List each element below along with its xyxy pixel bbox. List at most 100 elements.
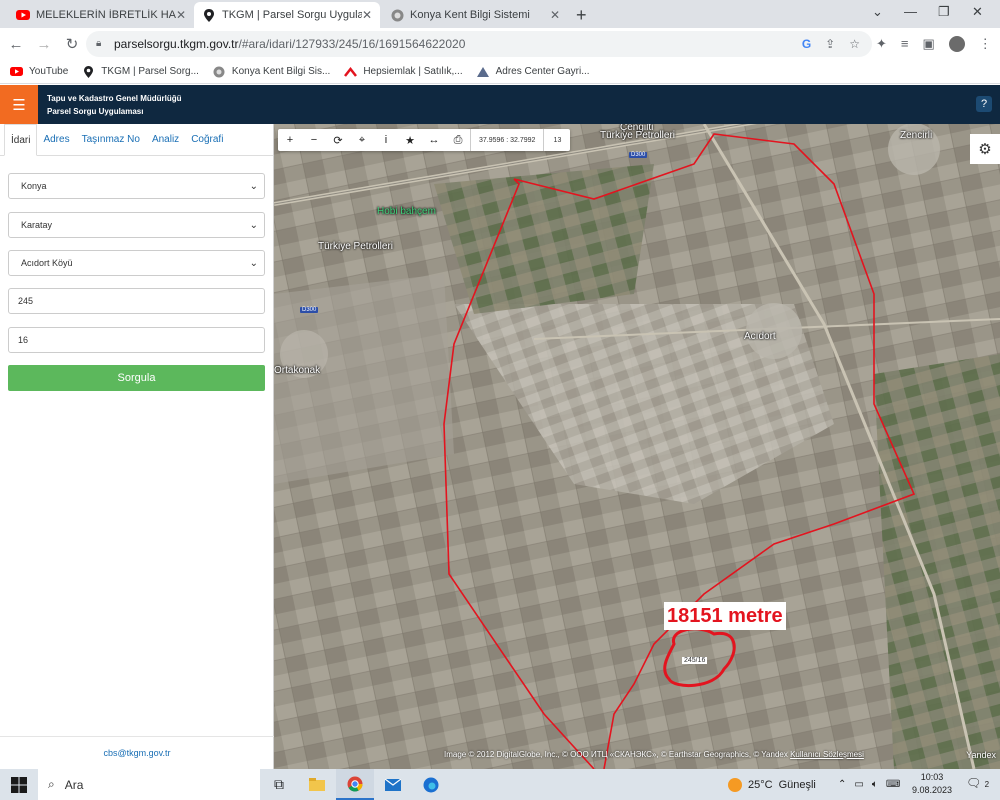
place-label: Türkiye Petrolleri <box>600 130 676 141</box>
tab-analiz[interactable]: Analiz <box>146 124 185 156</box>
more-menu-icon[interactable]: ⋮ <box>979 36 992 52</box>
bookmark-tkgm[interactable]: TKGM | Parsel Sorg... <box>82 65 199 78</box>
tab-idari[interactable]: İdari <box>4 124 38 156</box>
search-placeholder: Ara <box>64 777 84 792</box>
close-icon[interactable]: ✕ <box>176 8 186 22</box>
bookmark-konya[interactable]: Konya Kent Bilgi Sis... <box>213 65 330 78</box>
bookmark-label: Hepsiemlak | Satılık,... <box>363 66 463 77</box>
tab-cografi[interactable]: Coğrafi <box>185 124 229 156</box>
bookmark-youtube[interactable]: YouTube <box>10 65 68 78</box>
lock-icon[interactable]: 🔒︎ <box>96 38 106 50</box>
browser-tab-youtube[interactable]: MELEKLERİN İBRETLİK HALLERİ - ✕ <box>8 2 194 28</box>
bookmark-star-icon[interactable]: ☆ <box>849 37 860 51</box>
bookmark-hepsiemlak[interactable]: Hepsiemlak | Satılık,... <box>344 65 463 78</box>
notification-center-button[interactable]: 🗨︎ 2 <box>966 776 989 790</box>
terms-link[interactable]: Kullanıcı Sözleşmesi <box>790 750 864 759</box>
avatar[interactable] <box>948 36 965 52</box>
volume-icon[interactable]: 🔈︎ <box>872 779 878 790</box>
chevron-down-icon: ⌄ <box>249 257 258 269</box>
notification-count: 2 <box>984 780 990 789</box>
place-label: Türkiye Petrolleri <box>318 241 394 252</box>
chevron-down-icon[interactable]: ⌄ <box>872 4 883 20</box>
help-button[interactable]: ? <box>976 96 992 112</box>
select-value: Konya <box>21 181 47 191</box>
bookmark-adres-center[interactable]: Adres Center Gayri... <box>477 65 590 78</box>
bookmark-label: Konya Kent Bilgi Sis... <box>231 66 331 77</box>
window-close-button[interactable]: ✕ <box>972 4 983 20</box>
minimize-button[interactable]: — <box>904 4 917 19</box>
file-explorer-icon[interactable] <box>298 769 336 800</box>
task-view-icon[interactable]: ⧉ <box>260 769 298 800</box>
back-button[interactable]: ← <box>4 36 28 53</box>
windows-start-button[interactable] <box>0 769 38 800</box>
tab-tasinmaz-no[interactable]: Taşınmaz No <box>76 124 146 156</box>
bookmark-label: TKGM | Parsel Sorg... <box>101 66 199 77</box>
map-provider-logo: Yandex <box>966 750 996 760</box>
reload-button[interactable]: ↻ <box>60 35 84 53</box>
input-value: 16 <box>18 335 29 345</box>
parsel-input[interactable]: 16 <box>8 327 265 353</box>
media-icon[interactable]: ≡ <box>901 36 909 52</box>
gear-icon[interactable]: ⚙ <box>970 134 1000 164</box>
locate-icon[interactable]: ⌖ <box>350 134 374 147</box>
mail-icon[interactable] <box>374 769 412 800</box>
new-tab-button[interactable]: + <box>576 5 587 26</box>
keyboard-icon[interactable]: ⌨ <box>886 779 900 790</box>
map-attribution: Image © 2012 DigitalGlobe, Inc., © ООО И… <box>444 750 864 759</box>
zoom-out-button[interactable]: − <box>302 134 326 146</box>
road-label: D300 <box>629 152 648 158</box>
zoom-in-button[interactable]: + <box>278 134 302 146</box>
app-title-line1: Tapu ve Kadastro Genel Müdürlüğü <box>47 94 182 103</box>
address-bar[interactable]: 🔒︎ parselsorgu.tkgm.gov.tr/#ara/idari/12… <box>86 31 872 57</box>
youtube-icon <box>16 8 30 22</box>
distance-label: 18151 metre <box>664 602 786 630</box>
system-clock[interactable]: 10:03 9.08.2023 <box>910 771 954 797</box>
print-icon[interactable]: ⎙ <box>446 134 470 147</box>
coordinate-readout: 37.9596 : 32.7992 <box>470 129 545 151</box>
tab-adres[interactable]: Adres <box>37 124 75 156</box>
tab-title: MELEKLERİN İBRETLİK HALLERİ - <box>36 9 176 21</box>
google-icon[interactable]: G <box>802 37 811 51</box>
bookmark-label: YouTube <box>29 66 69 77</box>
triangle-icon <box>477 65 490 78</box>
weather-status: Güneşli <box>778 778 816 791</box>
close-icon[interactable]: ✕ <box>362 8 372 22</box>
map-toolbar: + − ⟳ ⌖ i ★ ↔ ⎙ 37.9596 : 32.7992 13 <box>278 129 571 151</box>
chevron-down-icon: ⌄ <box>249 219 258 231</box>
map-view[interactable]: + − ⟳ ⌖ i ★ ↔ ⎙ 37.9596 : 32.7992 13 ⚙ Ç… <box>274 124 1000 769</box>
measure-icon[interactable]: ↔ <box>422 134 446 146</box>
query-tabs: İdari Adres Taşınmaz No Analiz Coğrafi <box>0 124 273 156</box>
network-icon[interactable]: ▭ <box>854 779 863 790</box>
info-icon[interactable]: i <box>374 134 398 146</box>
sorgula-button[interactable]: Sorgula <box>8 365 265 391</box>
forward-button[interactable]: → <box>32 36 56 53</box>
extensions-icon[interactable]: ✦ <box>876 36 887 52</box>
temperature: 25°C <box>748 778 773 791</box>
restore-button[interactable]: ❐ <box>938 4 950 20</box>
chrome-icon[interactable] <box>336 769 374 800</box>
edge-icon[interactable] <box>412 769 450 800</box>
neighborhood-select[interactable]: Acıdort Köyü ⌄ <box>8 250 265 276</box>
province-select[interactable]: Konya ⌄ <box>8 173 265 199</box>
weather-widget[interactable]: 25°C Güneşli <box>728 769 816 800</box>
chevron-up-icon[interactable]: ⌃ <box>838 779 846 790</box>
close-icon[interactable]: ✕ <box>550 8 560 22</box>
clock-date: 9.08.2023 <box>911 785 953 795</box>
browser-tab-konya[interactable]: Konya Kent Bilgi Sistemi ✕ <box>382 2 568 28</box>
place-label: Hobi bahçem <box>377 206 436 217</box>
bookmarks-bar: YouTube TKGM | Parsel Sorg... Konya Kent… <box>0 60 1000 84</box>
star-icon[interactable]: ★ <box>398 134 422 147</box>
ada-input[interactable]: 245 <box>8 288 265 314</box>
browser-tab-tkgm[interactable]: TKGM | Parsel Sorgu Uygulaması ✕ <box>194 2 380 28</box>
tab-title: TKGM | Parsel Sorgu Uygulaması <box>222 9 362 21</box>
side-panel-icon[interactable]: ▣ <box>923 36 935 52</box>
refresh-icon[interactable]: ⟳ <box>326 134 350 147</box>
district-select[interactable]: Karatay ⌄ <box>8 212 265 238</box>
taskbar-search-box[interactable]: ⌕ Ara <box>38 769 260 800</box>
contact-email-link[interactable]: cbs@tkgm.gov.tr <box>0 736 274 769</box>
tab-title: Konya Kent Bilgi Sistemi <box>410 9 530 21</box>
hamburger-menu-button[interactable]: ☰ <box>0 85 38 124</box>
browser-toolbar: ← → ↻ 🔒︎ parselsorgu.tkgm.gov.tr/#ara/id… <box>0 28 1000 60</box>
share-icon[interactable]: ⇪ <box>825 37 835 51</box>
map-pin-icon <box>202 8 216 22</box>
